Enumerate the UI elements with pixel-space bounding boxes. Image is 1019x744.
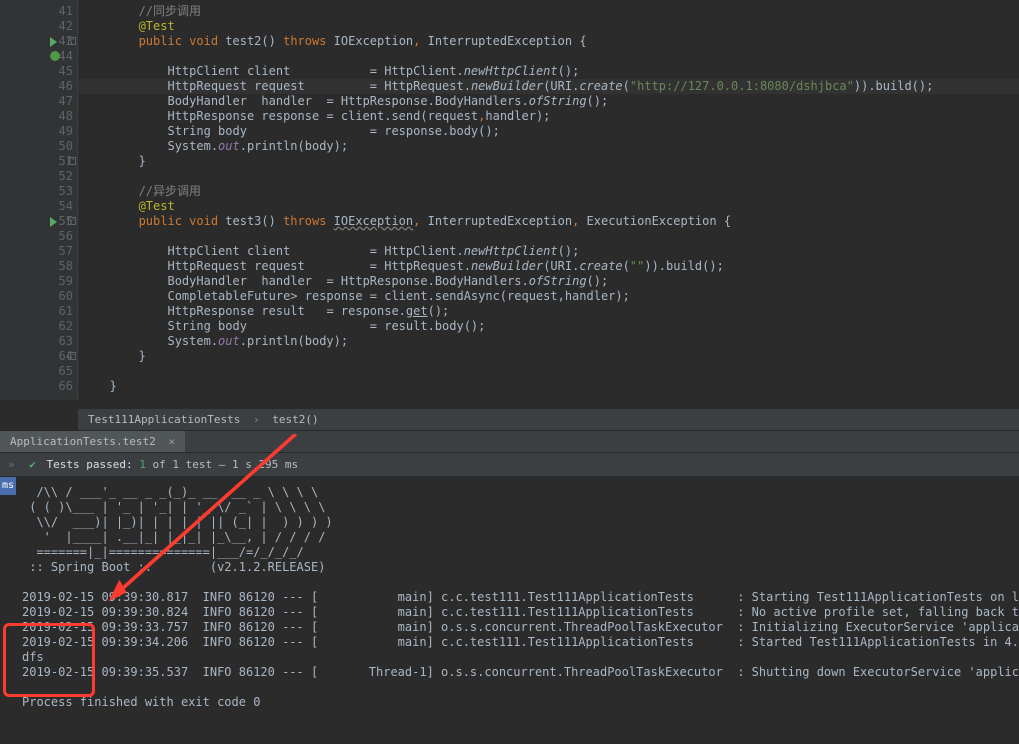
line-number: 60 bbox=[43, 289, 73, 304]
ms-gutter: ms bbox=[0, 477, 16, 495]
code-line[interactable]: String body = response.body(); bbox=[88, 124, 1019, 139]
code-line[interactable] bbox=[88, 364, 1019, 379]
code-line[interactable]: String body = result.body(); bbox=[88, 319, 1019, 334]
code-line[interactable] bbox=[88, 169, 1019, 184]
code-line[interactable]: @Test bbox=[88, 19, 1019, 34]
breadcrumb[interactable]: Test111ApplicationTests › test2() bbox=[78, 408, 1019, 430]
run-tab[interactable]: ApplicationTests.test2 × bbox=[0, 431, 185, 452]
run-test-icon[interactable] bbox=[50, 37, 57, 47]
breadcrumb-class[interactable]: Test111ApplicationTests bbox=[88, 413, 240, 426]
fold-toggle-icon[interactable] bbox=[68, 157, 76, 165]
line-number: 62 bbox=[43, 319, 73, 334]
line-number: 52 bbox=[43, 169, 73, 184]
line-number: 65 bbox=[43, 364, 73, 379]
code-line[interactable] bbox=[88, 49, 1019, 64]
code-line[interactable]: CompletableFuture> response = client.sen… bbox=[88, 289, 1019, 304]
run-tab-label: ApplicationTests.test2 bbox=[10, 435, 156, 448]
fold-toggle-icon[interactable] bbox=[68, 352, 76, 360]
code-line[interactable] bbox=[88, 229, 1019, 244]
line-number: 42 bbox=[43, 19, 73, 34]
code-line[interactable]: //异步调用 bbox=[88, 184, 1019, 199]
check-icon: ✔ bbox=[29, 458, 36, 471]
console-output[interactable]: /\\ / ___'_ __ _ _(_)_ __ __ _ \ \ \ \ (… bbox=[16, 477, 1019, 744]
code-line[interactable]: public void test3() throws IOException, … bbox=[88, 214, 1019, 229]
code-line[interactable]: @Test bbox=[88, 199, 1019, 214]
code-line[interactable]: HttpResponse result = response.get(); bbox=[88, 304, 1019, 319]
line-number: 56 bbox=[43, 229, 73, 244]
code-line[interactable]: } bbox=[88, 154, 1019, 169]
code-line[interactable]: System.out.println(body); bbox=[88, 139, 1019, 154]
code-line[interactable]: } bbox=[88, 349, 1019, 364]
code-area[interactable]: //同步调用 @Test public void test2() throws … bbox=[78, 0, 1019, 400]
total-count: of 1 test bbox=[152, 458, 212, 471]
line-number: 48 bbox=[43, 109, 73, 124]
line-number: 45 bbox=[43, 64, 73, 79]
code-line[interactable]: HttpResponse response = client.send(requ… bbox=[88, 109, 1019, 124]
code-line[interactable]: public void test2() throws IOException, … bbox=[88, 34, 1019, 49]
line-number: 49 bbox=[43, 124, 73, 139]
chevron-icon[interactable]: » bbox=[8, 458, 15, 471]
code-line[interactable]: BodyHandler handler = HttpResponse.BodyH… bbox=[88, 274, 1019, 289]
line-number: 50 bbox=[43, 139, 73, 154]
fold-toggle-icon[interactable] bbox=[68, 217, 76, 225]
breadcrumb-method[interactable]: test2() bbox=[272, 413, 318, 426]
duration: – 1 s 295 ms bbox=[219, 458, 298, 471]
tool-window-tabs: ApplicationTests.test2 × bbox=[0, 430, 1019, 453]
line-number: 47 bbox=[43, 94, 73, 109]
code-line[interactable]: } bbox=[88, 379, 1019, 394]
code-line[interactable]: HttpClient client = HttpClient.newHttpCl… bbox=[88, 64, 1019, 79]
line-number: 54 bbox=[43, 199, 73, 214]
code-line[interactable]: //同步调用 bbox=[88, 4, 1019, 19]
test-status-bar: » ✔ Tests passed: 1 of 1 test – 1 s 295 … bbox=[0, 453, 1019, 477]
coverage-icon bbox=[50, 51, 60, 61]
line-number: 63 bbox=[43, 334, 73, 349]
chevron-right-icon: › bbox=[253, 413, 260, 426]
passed-count: 1 bbox=[139, 458, 146, 471]
line-number: 59 bbox=[43, 274, 73, 289]
close-icon[interactable]: × bbox=[168, 435, 175, 448]
fold-toggle-icon[interactable] bbox=[68, 37, 76, 45]
run-test-icon[interactable] bbox=[50, 217, 57, 227]
line-number: 66 bbox=[43, 379, 73, 394]
tests-passed-label: Tests passed: bbox=[47, 458, 133, 471]
code-line[interactable]: HttpRequest request = HttpRequest.newBui… bbox=[88, 259, 1019, 274]
line-number: 53 bbox=[43, 184, 73, 199]
gutter: 4142434445464748495051525354555657585960… bbox=[0, 0, 78, 400]
code-line[interactable]: BodyHandler handler = HttpResponse.BodyH… bbox=[88, 94, 1019, 109]
code-line[interactable]: System.out.println(body); bbox=[88, 334, 1019, 349]
line-number: 57 bbox=[43, 244, 73, 259]
line-number: 46 bbox=[43, 79, 73, 94]
code-editor[interactable]: 4142434445464748495051525354555657585960… bbox=[0, 0, 1019, 400]
line-number: 58 bbox=[43, 259, 73, 274]
code-line[interactable]: HttpClient client = HttpClient.newHttpCl… bbox=[88, 244, 1019, 259]
code-line[interactable]: HttpRequest request = HttpRequest.newBui… bbox=[78, 79, 1019, 94]
line-number: 41 bbox=[43, 4, 73, 19]
line-number: 61 bbox=[43, 304, 73, 319]
